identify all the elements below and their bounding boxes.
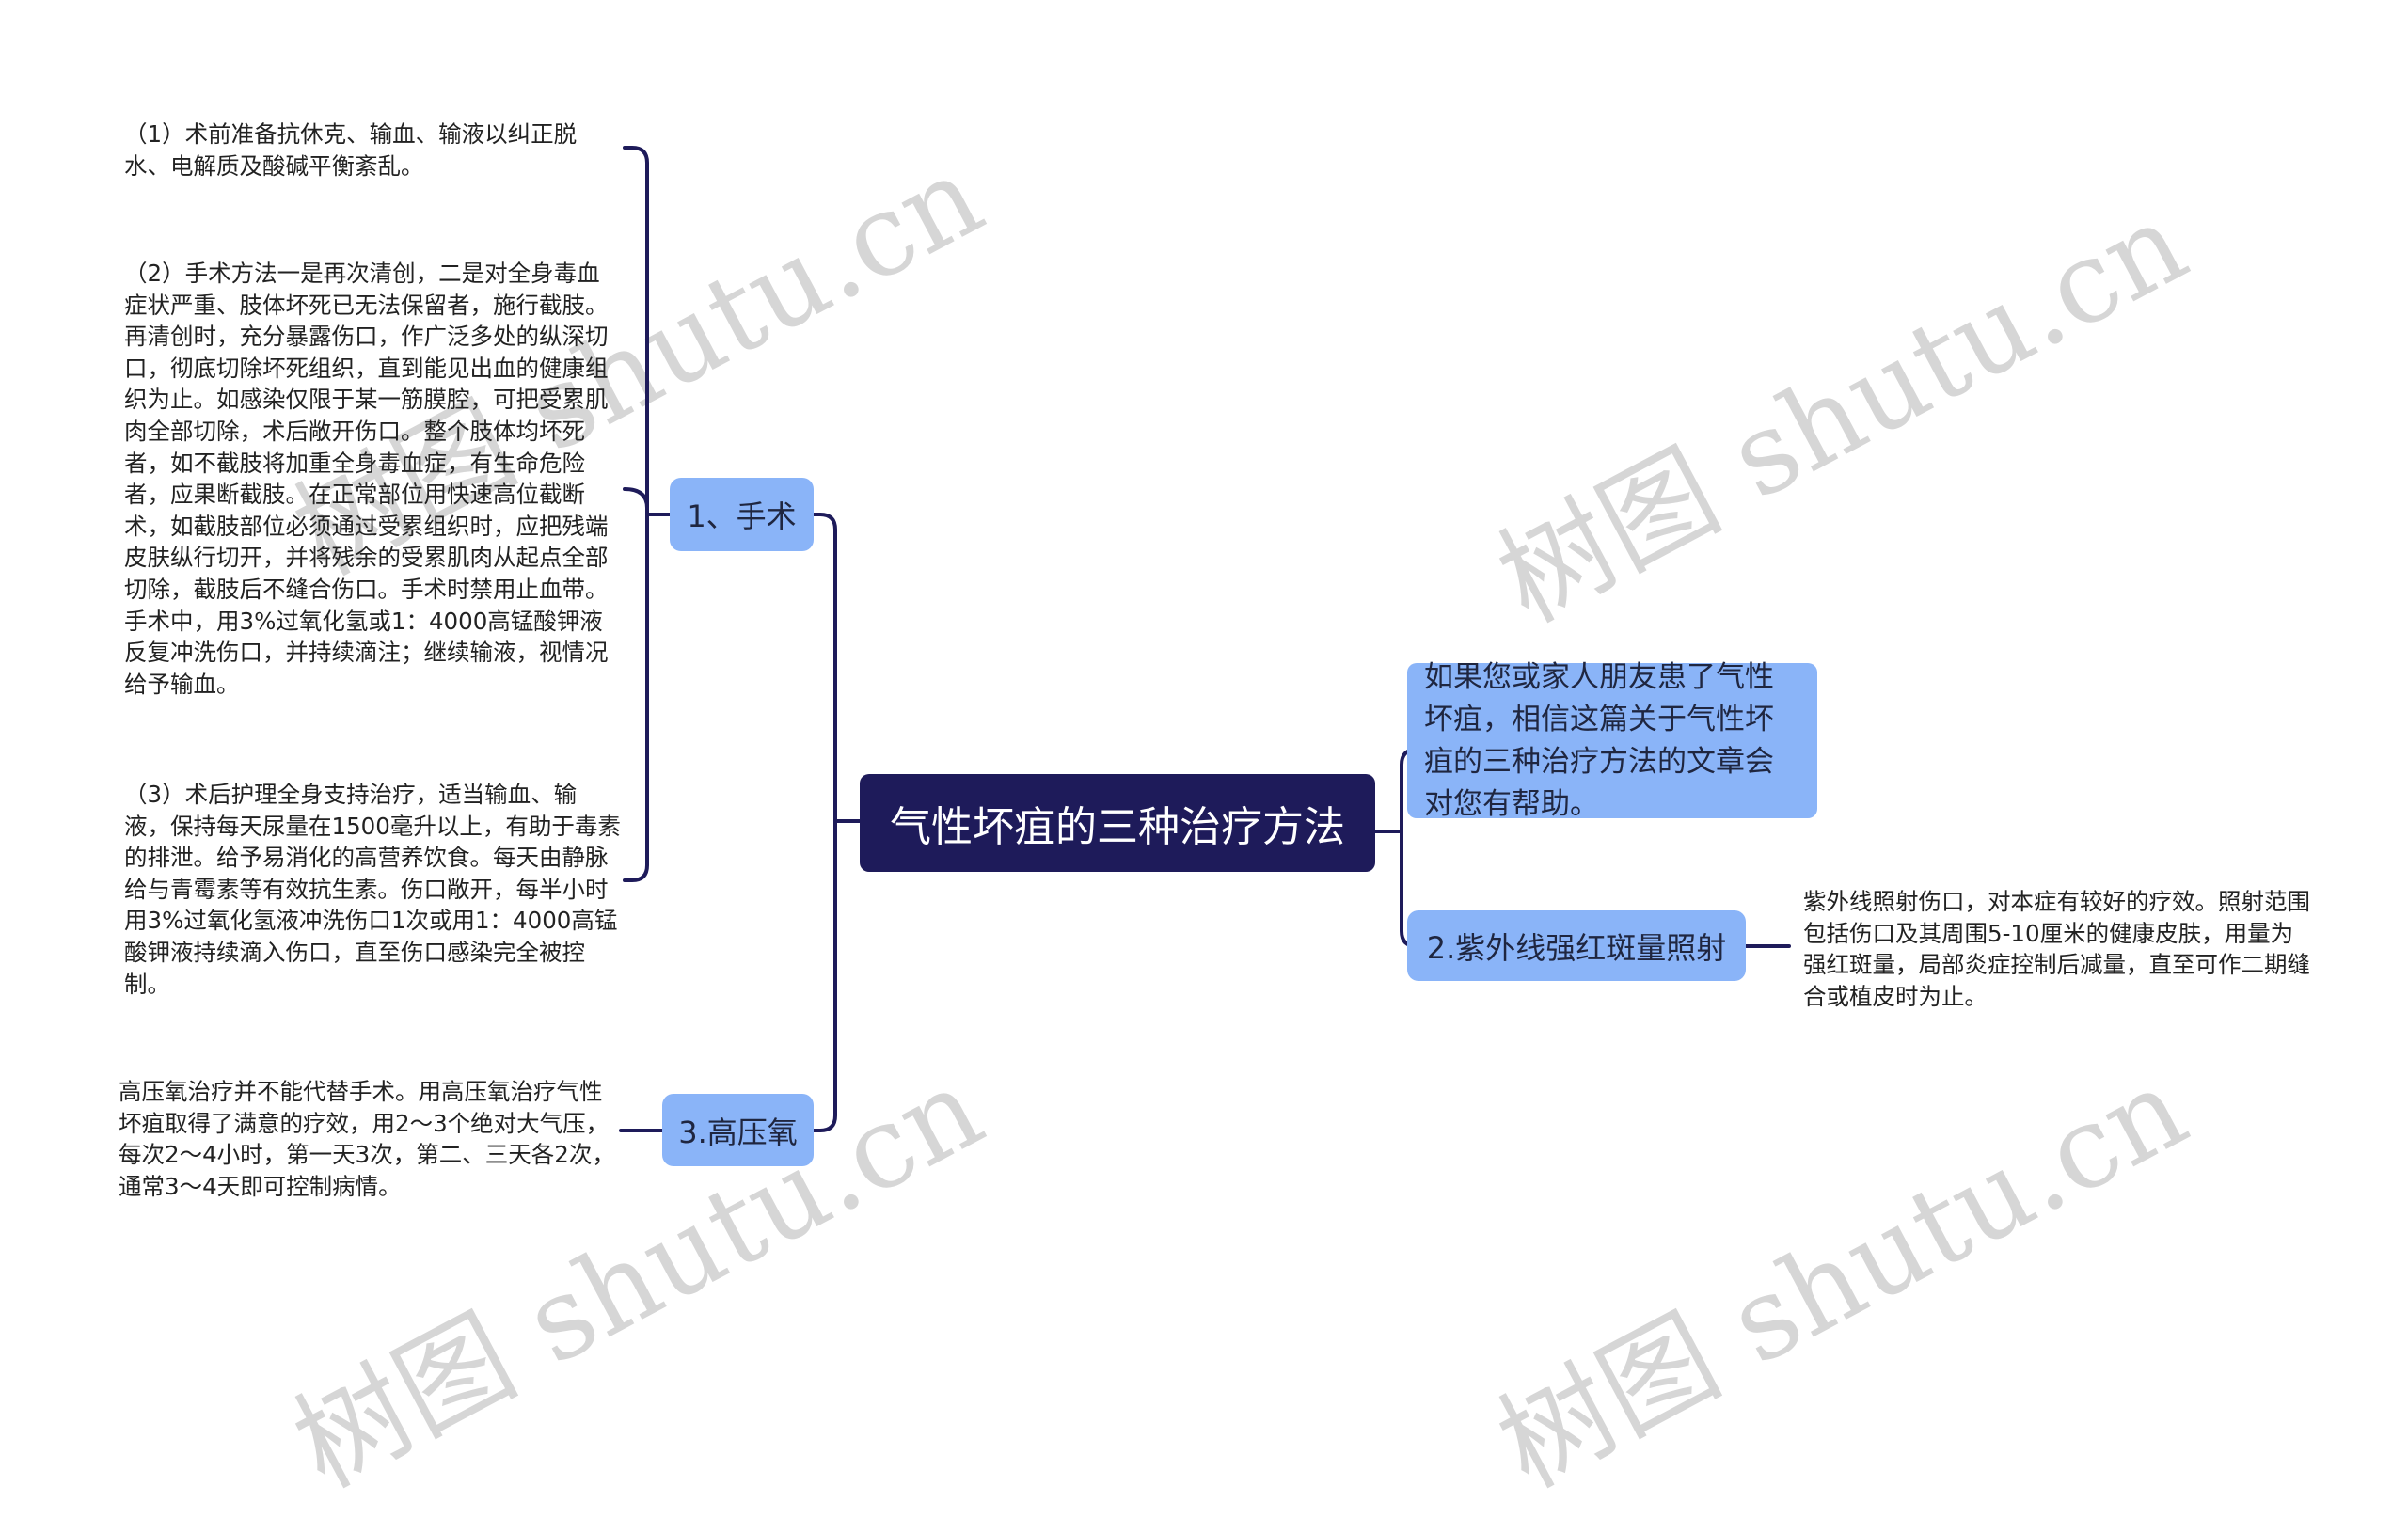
bracket-top [623, 146, 649, 516]
branch-oxygen[interactable]: 3.高压氧 [662, 1094, 814, 1166]
branch-oxygen-label: 3.高压氧 [678, 1114, 798, 1150]
uv-detail: 紫外线照射伤口，对本症有较好的疗效。照射范围包括伤口及其周围5-10厘米的健康皮… [1803, 888, 2310, 1010]
connector-trunk-oxygen [812, 819, 837, 1132]
branch-surgery-label: 1、手术 [687, 498, 797, 534]
surgery-detail-1: （1）术前准备抗休克、输血、输液以纠正脱水、电解质及酸碱平衡紊乱。 [124, 120, 578, 180]
branch-uv-label: 2.紫外线强红斑量照射 [1426, 929, 1727, 966]
surgery-detail-3: （3）术后护理全身支持治疗，适当输血、输液，保持每天尿量在1500毫升以上，有助… [124, 781, 621, 998]
branch-uv[interactable]: 2.紫外线强红斑量照射 [1407, 910, 1746, 981]
connector-trunk-surgery [812, 513, 837, 823]
bracket-mid [623, 487, 649, 510]
branch-intro-text: 如果您或家人朋友患了气性坏疽，相信这篇关于气性坏疽的三种治疗方法的文章会对您有帮… [1424, 659, 1774, 821]
central-topic[interactable]: 气性坏疽的三种治疗方法 [860, 774, 1375, 872]
branch-surgery[interactable]: 1、手术 [670, 478, 814, 551]
oxygen-detail: 高压氧治疗并不能代替手术。用高压氧治疗气性坏疽取得了满意的疗效，用2～3个绝对大… [119, 1078, 615, 1200]
branch-intro[interactable]: 如果您或家人朋友患了气性坏疽，相信这篇关于气性坏疽的三种治疗方法的文章会对您有帮… [1407, 660, 1817, 821]
surgery-detail-2: （2）手术方法一是再次清创，二是对全身毒血症状严重、肢体坏死已无法保留者，施行截… [124, 260, 609, 698]
central-topic-label: 气性坏疽的三种治疗方法 [890, 803, 1345, 851]
bracket-bottom [623, 513, 649, 882]
